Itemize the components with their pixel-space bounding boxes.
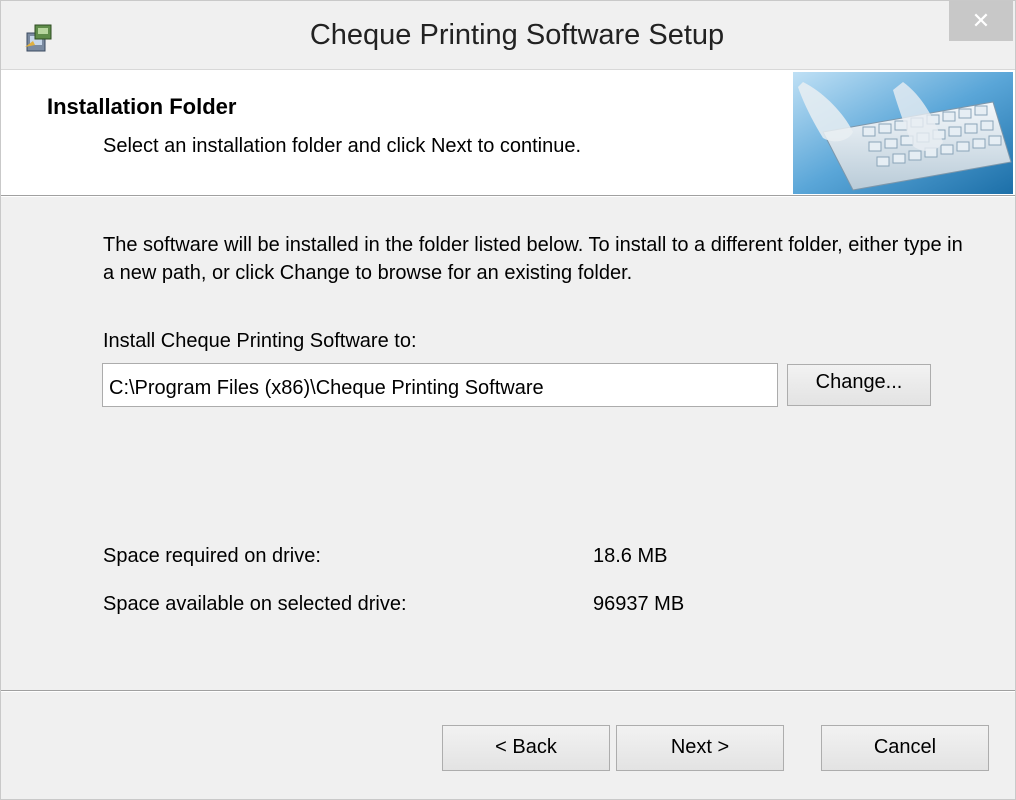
space-required-value: 18.6 MB	[593, 545, 668, 567]
space-required-label: Space required on drive:	[103, 545, 321, 567]
next-button[interactable]: Next >	[616, 725, 784, 771]
setup-window: Cheque Printing Software Setup ✕ Install…	[0, 0, 1016, 800]
keyboard-typing-image	[793, 72, 1013, 194]
page-subtitle: Select an installation folder and click …	[103, 135, 582, 157]
header-banner: Installation Folder Select an installati…	[1, 69, 1015, 196]
title-bar[interactable]: Cheque Printing Software Setup ✕	[1, 1, 1015, 69]
page-title: Installation Folder	[47, 94, 237, 119]
window-title: Cheque Printing Software Setup	[309, 19, 725, 51]
install-path-input[interactable]	[102, 363, 778, 407]
close-icon: ✕	[971, 8, 991, 33]
footer-divider	[1, 690, 1015, 692]
cancel-button[interactable]: Cancel	[821, 725, 989, 771]
change-button[interactable]: Change...	[787, 364, 931, 406]
install-path-label: Install Cheque Printing Software to:	[103, 330, 417, 352]
folder-description: The software will be installed in the fo…	[103, 234, 963, 284]
header-divider	[1, 195, 1015, 197]
close-button[interactable]: ✕	[949, 1, 1013, 41]
space-available-label: Space available on selected drive:	[103, 593, 407, 615]
back-button[interactable]: < Back	[442, 725, 610, 771]
space-available-value: 96937 MB	[593, 593, 685, 615]
